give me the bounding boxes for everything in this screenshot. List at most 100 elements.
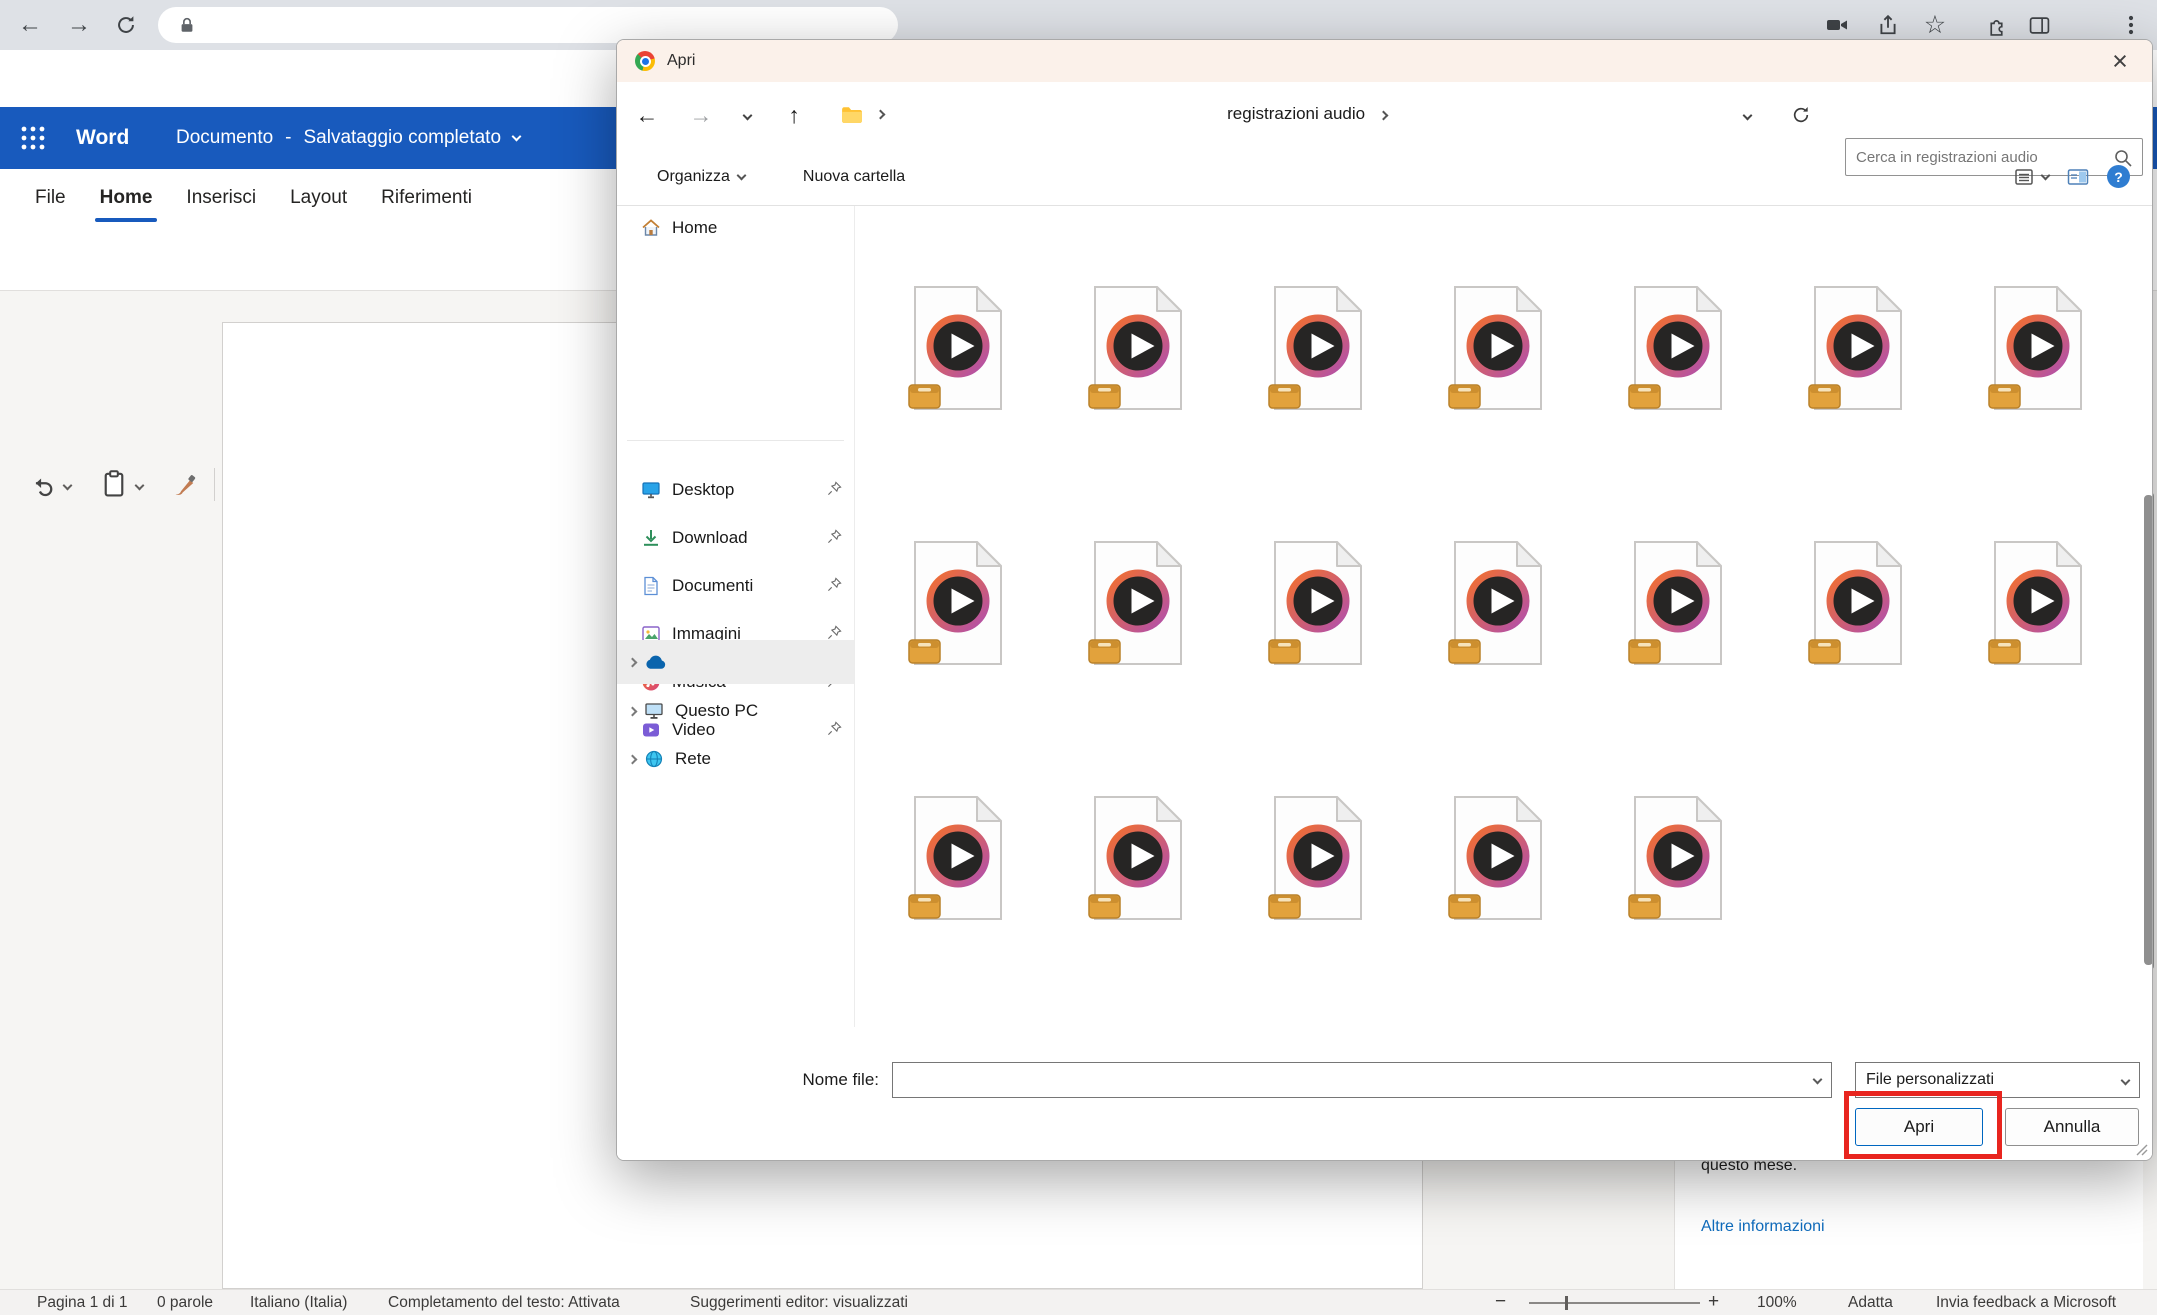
expand-chevron-icon[interactable] [628, 706, 638, 716]
media-file-icon [1808, 284, 1908, 412]
file-item[interactable] [1088, 539, 1188, 667]
file-item[interactable] [908, 794, 1008, 922]
status-page-count[interactable]: Pagina 1 di 1 [37, 1294, 128, 1312]
zoom-in-button[interactable]: + [1708, 1291, 1719, 1313]
tab-inserisci[interactable]: Inserisci [169, 169, 273, 226]
tab-layout[interactable]: Layout [273, 169, 364, 226]
resize-grip[interactable] [2134, 1142, 2148, 1156]
status-language[interactable]: Italiano (Italia) [250, 1294, 347, 1312]
browser-forward-icon[interactable]: → [57, 0, 101, 50]
sidebar-label: Download [672, 528, 748, 548]
cancel-button[interactable]: Annulla [2005, 1108, 2139, 1146]
file-item[interactable] [1628, 794, 1728, 922]
browser-reload-icon[interactable] [104, 0, 148, 50]
pc-icon [644, 701, 664, 721]
zoom-out-button[interactable]: − [1495, 1291, 1506, 1313]
sidebar-label: Documenti [672, 576, 753, 596]
status-editor-suggestions[interactable]: Suggerimenti editor: visualizzati [690, 1294, 908, 1312]
sidebar-item-rete[interactable]: Rete [617, 737, 854, 781]
file-item[interactable] [1988, 284, 2088, 412]
file-item[interactable] [1088, 794, 1188, 922]
file-item[interactable] [1628, 284, 1728, 412]
dialog-sidebar: Home Desktop Download Documenti [617, 206, 854, 1027]
file-item[interactable] [1448, 284, 1548, 412]
sidebar-item-onedrive[interactable] [617, 640, 854, 684]
format-painter-icon[interactable] [172, 472, 198, 503]
media-file-icon [908, 539, 1008, 667]
status-word-count[interactable]: 0 parole [157, 1294, 213, 1312]
fit-label[interactable]: Adatta [1848, 1294, 1893, 1312]
document-icon [641, 576, 661, 596]
new-folder-button[interactable]: Nuova cartella [803, 168, 905, 186]
address-bar[interactable] [158, 7, 898, 43]
expand-chevron-icon[interactable] [628, 657, 638, 667]
help-icon[interactable]: ? [2107, 165, 2130, 188]
filetype-value: File personalizzati [1866, 1071, 1994, 1089]
sidebar-item-questo-pc[interactable]: Questo PC [617, 689, 854, 733]
onedrive-cloud-icon [644, 655, 667, 670]
media-file-icon [1448, 539, 1548, 667]
tab-riferimenti[interactable]: Riferimenti [364, 169, 489, 226]
more-info-link[interactable]: Altre informazioni [1701, 1218, 1825, 1236]
media-file-icon [908, 794, 1008, 922]
breadcrumb-folder[interactable]: registrazioni audio [1157, 104, 1457, 124]
media-file-icon [1988, 284, 2088, 412]
organize-label: Organizza [657, 168, 730, 186]
file-item[interactable] [908, 539, 1008, 667]
open-button[interactable]: Apri [1855, 1108, 1983, 1146]
nav-forward-icon[interactable]: → [681, 82, 721, 148]
filetype-combo[interactable]: File personalizzati [1855, 1062, 2140, 1098]
sidebar-item-desktop[interactable]: Desktop [617, 466, 854, 514]
filename-input[interactable] [893, 1063, 1831, 1097]
paste-chevron-icon[interactable] [135, 481, 145, 491]
file-grid-row [855, 794, 2143, 922]
file-item[interactable] [1808, 284, 1908, 412]
undo-icon[interactable] [30, 472, 56, 503]
zoom-slider-thumb[interactable] [1565, 1296, 1568, 1310]
close-icon[interactable]: × [2096, 40, 2144, 82]
file-item[interactable] [1268, 284, 1368, 412]
word-logo[interactable]: Word [76, 126, 129, 150]
sidebar-divider [627, 440, 844, 441]
browser-back-icon[interactable]: ← [8, 0, 52, 50]
document-title[interactable]: Documento - Salvataggio completato [176, 127, 520, 149]
organize-button[interactable]: Organizza [657, 168, 745, 186]
expand-chevron-icon[interactable] [628, 754, 638, 764]
zoom-level[interactable]: 100% [1757, 1294, 1797, 1312]
paste-clipboard-icon[interactable] [101, 470, 127, 503]
tab-home[interactable]: Home [83, 169, 170, 226]
chevron-down-icon [512, 131, 522, 141]
file-item[interactable] [1448, 539, 1548, 667]
file-item[interactable] [1268, 794, 1368, 922]
view-mode-button[interactable] [2014, 167, 2049, 187]
file-item[interactable] [1808, 539, 1908, 667]
address-dropdown-chevron-icon[interactable] [1727, 82, 1767, 148]
file-item[interactable] [1988, 539, 2088, 667]
nav-back-icon[interactable]: ← [627, 82, 667, 148]
home-icon [641, 218, 661, 238]
file-list-scrollbar-thumb[interactable] [2144, 495, 2153, 965]
new-folder-label: Nuova cartella [803, 168, 905, 186]
refresh-icon[interactable] [1781, 82, 1821, 148]
file-item[interactable] [1268, 539, 1368, 667]
status-text-completion[interactable]: Completamento del testo: Attivata [388, 1294, 620, 1312]
waffle-icon[interactable] [20, 125, 46, 156]
file-item[interactable] [908, 284, 1008, 412]
preview-pane-button[interactable] [2067, 167, 2089, 187]
sidebar-label: Rete [675, 749, 711, 769]
file-item[interactable] [1088, 284, 1188, 412]
network-icon [644, 749, 664, 769]
screen: ← → ☆ Word Documento [0, 0, 2157, 1315]
undo-chevron-icon[interactable] [63, 481, 73, 491]
sidebar-item-home[interactable]: Home [617, 206, 854, 250]
zoom-slider-track[interactable] [1529, 1302, 1700, 1304]
nav-up-icon[interactable]: ↑ [774, 82, 814, 148]
media-file-icon [1808, 539, 1908, 667]
feedback-link[interactable]: Invia feedback a Microsoft [1936, 1294, 2116, 1312]
sidebar-item-documenti[interactable]: Documenti [617, 562, 854, 610]
file-item[interactable] [1448, 794, 1548, 922]
tab-file[interactable]: File [18, 169, 83, 226]
nav-recent-chevron-icon[interactable] [727, 82, 767, 148]
sidebar-item-download[interactable]: Download [617, 514, 854, 562]
file-item[interactable] [1628, 539, 1728, 667]
